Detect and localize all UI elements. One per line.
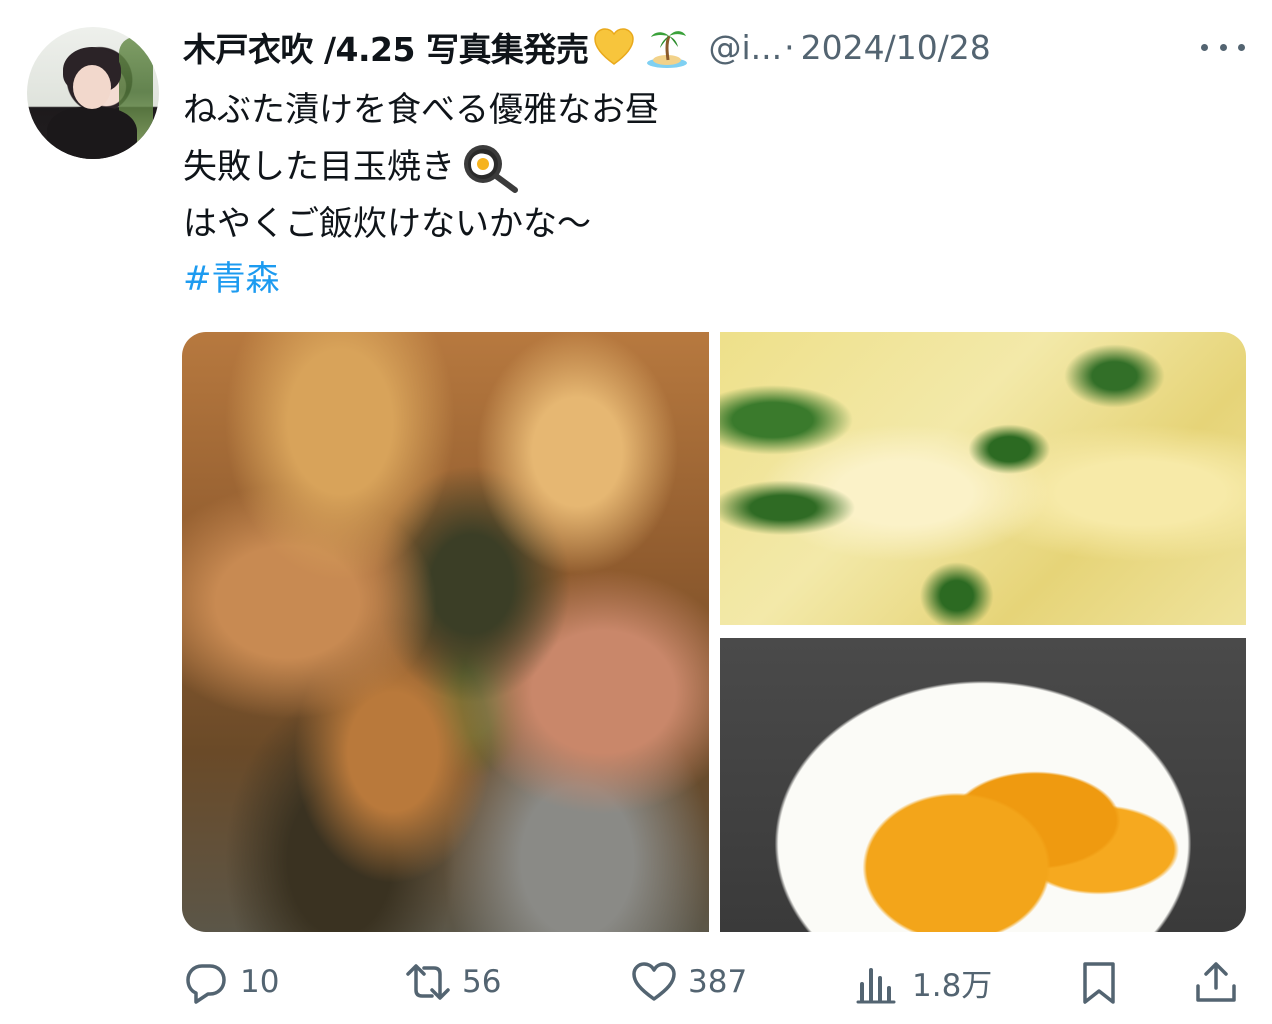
desert-island-icon xyxy=(647,31,688,68)
tweet-line: はやくご飯炊けないかな〜 xyxy=(183,204,591,244)
yellow-heart-icon xyxy=(594,28,635,65)
tweet-line: ねぶた漬けを食べる優雅なお昼 xyxy=(183,90,659,130)
views-chart-icon xyxy=(856,968,896,1004)
retweet-button[interactable]: 56 xyxy=(404,952,501,1012)
reply-count: 10 xyxy=(240,964,280,1000)
tweet-text: ねぶた漬けを食べる優雅なお昼 失敗した目玉焼き はやくご飯炊けないかな〜 xyxy=(183,82,659,253)
media-grid xyxy=(182,332,1246,932)
reply-button[interactable]: 10 xyxy=(182,952,279,1012)
more-dot xyxy=(1219,43,1227,51)
more-options-icon[interactable] xyxy=(1201,32,1245,62)
hashtag-link[interactable]: #青森 xyxy=(183,254,280,304)
views-count: 1.8万 xyxy=(912,967,993,1004)
author-name[interactable]: 木戸衣吹 /4.25 写真集発売 xyxy=(183,23,589,71)
action-bar: 10 56 387 1.8万 xyxy=(182,952,1246,1012)
bookmark-button[interactable] xyxy=(1075,952,1123,1012)
separator: · xyxy=(784,27,795,67)
cooking-egg-pan-icon xyxy=(464,144,518,193)
share-icon xyxy=(1196,962,1236,1002)
avatar-body xyxy=(47,107,137,159)
photo-miso-soup[interactable] xyxy=(720,332,1246,625)
retweet-count: 56 xyxy=(462,964,502,1000)
retweet-icon xyxy=(406,964,450,1000)
avatar-face xyxy=(73,65,111,109)
reply-icon xyxy=(186,964,226,1004)
tweet-line-with-emoji: 失敗した目玉焼き xyxy=(183,139,659,196)
more-dot xyxy=(1238,43,1245,51)
tweet-line: 失敗した目玉焼き xyxy=(183,147,455,187)
like-button[interactable]: 387 xyxy=(630,952,747,1012)
tweet-header: 木戸衣吹 /4.25 写真集発売 @i... · 2024/10/28 xyxy=(183,22,1253,72)
more-dot xyxy=(1201,43,1208,51)
like-count: 387 xyxy=(688,964,748,1000)
heart-icon xyxy=(632,962,676,1001)
tweet-date[interactable]: 2024/10/28 xyxy=(801,28,991,67)
author-handle[interactable]: @i... xyxy=(708,28,782,67)
photo-fried-egg[interactable] xyxy=(720,638,1246,932)
photo-nebuta-pickles[interactable] xyxy=(182,332,709,932)
share-button[interactable] xyxy=(1192,952,1240,1012)
avatar[interactable] xyxy=(27,27,159,159)
views-button[interactable]: 1.8万 xyxy=(854,952,992,1012)
bookmark-icon xyxy=(1083,962,1115,1004)
